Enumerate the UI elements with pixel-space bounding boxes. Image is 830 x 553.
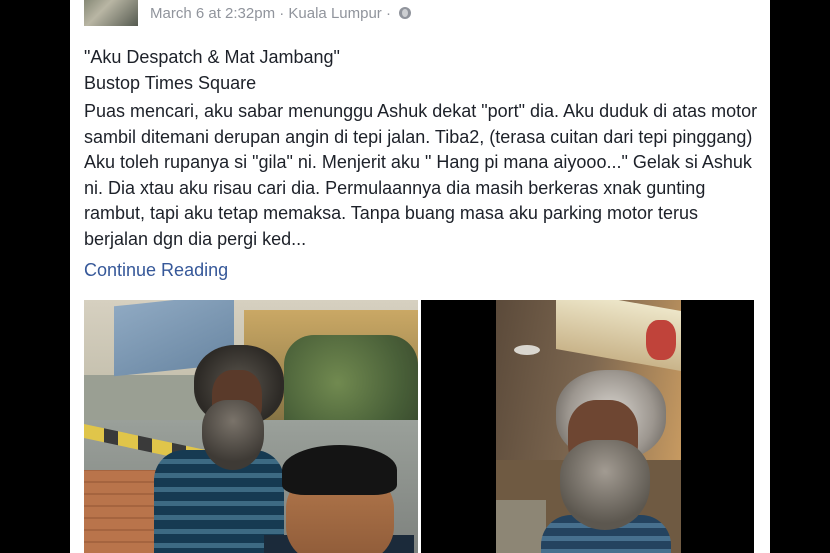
post-body: Puas mencari, aku sabar menunggu Ashuk d… xyxy=(84,101,758,249)
post-timestamp[interactable]: March 6 at 2:32pm xyxy=(150,5,275,22)
meta-separator: · xyxy=(279,5,285,22)
photo-portrait-frame xyxy=(496,300,681,553)
post-location[interactable]: Kuala Lumpur xyxy=(288,5,381,22)
meta-separator-2: · xyxy=(385,5,391,22)
photo-lamp xyxy=(514,345,540,355)
photo-red-object xyxy=(646,320,676,360)
man-beard xyxy=(202,400,264,470)
post-card: March 6 at 2:32pm · Kuala Lumpur · "Aku … xyxy=(70,0,770,553)
post-photo-1[interactable] xyxy=(84,300,418,553)
post-title: "Aku Despatch & Mat Jambang" Bustop Time… xyxy=(84,44,340,96)
post-header: March 6 at 2:32pm · Kuala Lumpur · xyxy=(84,0,764,28)
post-title-line-2: Bustop Times Square xyxy=(84,73,257,93)
continue-reading-link[interactable]: Continue Reading xyxy=(84,260,228,281)
globe-icon[interactable] xyxy=(399,7,412,19)
post-photo-2[interactable] xyxy=(421,300,754,553)
post-meta: March 6 at 2:32pm · Kuala Lumpur · xyxy=(150,5,412,22)
man-beard xyxy=(560,440,650,530)
photo-floor xyxy=(496,500,546,553)
avatar[interactable] xyxy=(84,0,138,26)
post-title-line-1: "Aku Despatch & Mat Jambang" xyxy=(84,47,340,67)
young-man-hair xyxy=(282,445,397,495)
